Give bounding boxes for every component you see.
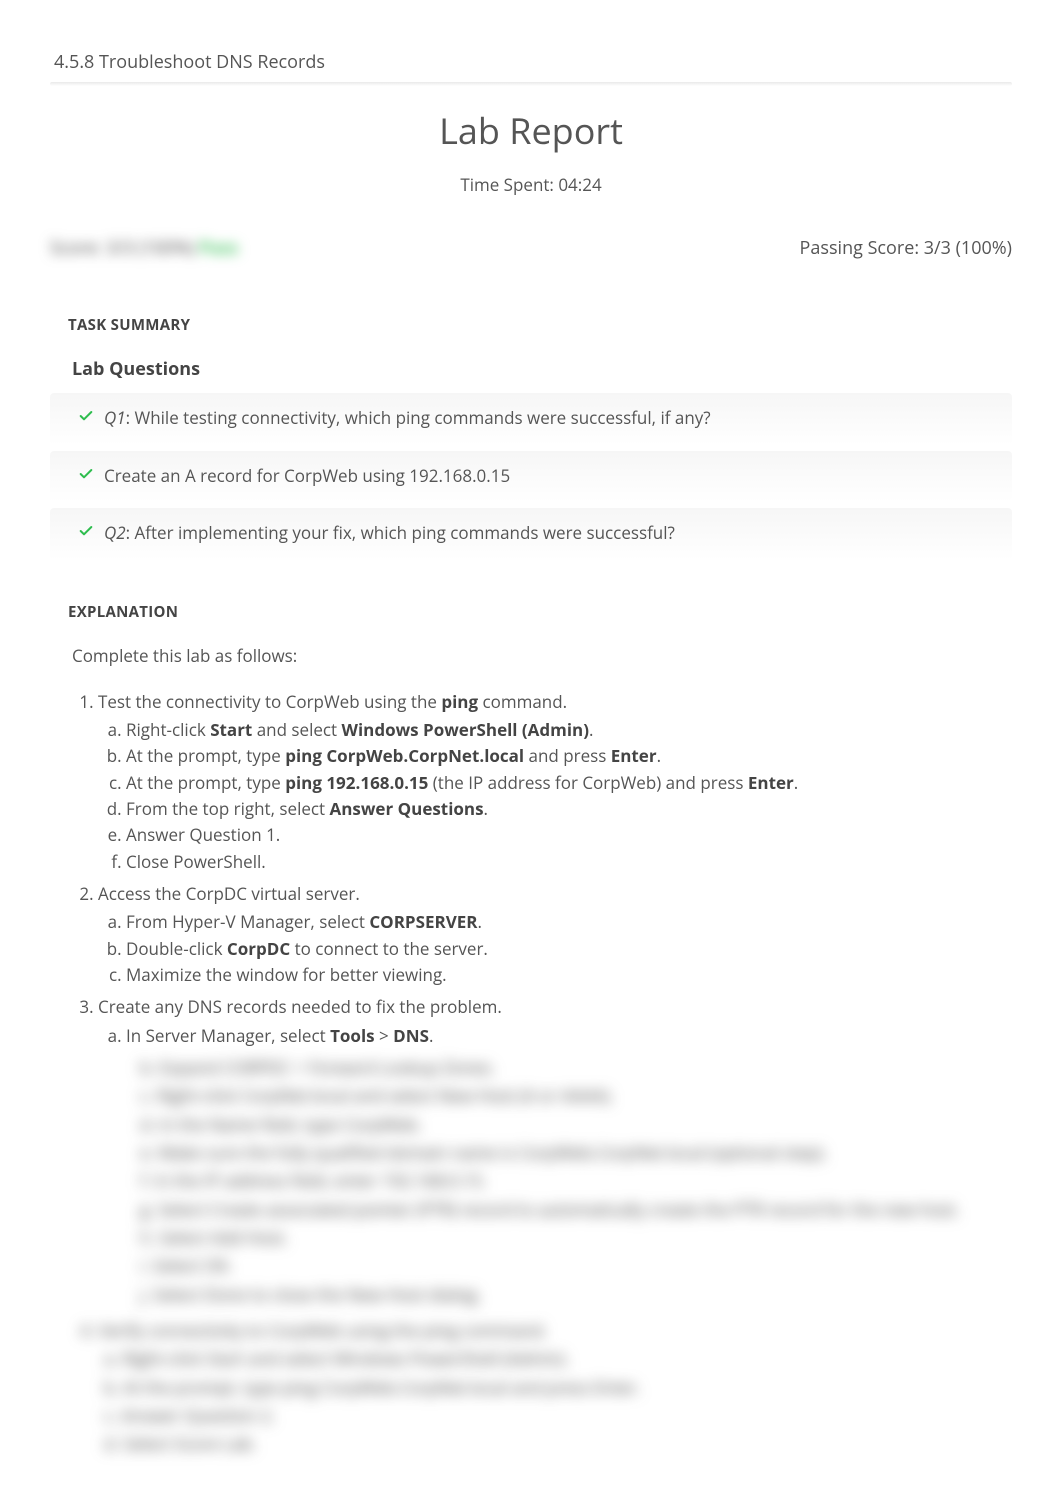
- q-body: Create an A record for CorpWeb using 192…: [104, 464, 510, 487]
- blurred-line: b. Expand CORPDC > Forward Lookup Zones.: [116, 1055, 1012, 1081]
- question-text: Create an A record for CorpWeb using 192…: [104, 463, 510, 489]
- header: 4.5.8 Troubleshoot DNS Records Lab Repor…: [50, 50, 1012, 196]
- question-item: Create an A record for CorpWeb using 192…: [50, 451, 1012, 503]
- step-2b: Double-click CorpDC to connect to the se…: [126, 936, 1012, 962]
- q-body: : After implementing your fix, which pin…: [126, 521, 675, 544]
- step-1c: At the prompt, type ping 192.168.0.15 (t…: [126, 770, 1012, 796]
- blurred-line: j. Select Done to close the New Host dia…: [116, 1282, 1012, 1308]
- step-1: Test the connectivity to CorpWeb using t…: [98, 689, 1012, 875]
- check-icon: [78, 466, 94, 482]
- step-3a: In Server Manager, select Tools > DNS.: [126, 1023, 1012, 1049]
- blurred-line: h. Select Add Host.: [116, 1225, 1012, 1251]
- question-item: Q2: After implementing your fix, which p…: [50, 508, 1012, 560]
- step-1f: Close PowerShell.: [126, 849, 1012, 875]
- blurred-line: c. Right-click CorpNet.local and select …: [116, 1083, 1012, 1109]
- step-3-substeps: In Server Manager, select Tools > DNS.: [98, 1023, 1012, 1049]
- step-1e: Answer Question 1.: [126, 822, 1012, 848]
- blurred-line: c. Answer Question 2.: [80, 1403, 1012, 1429]
- step-1d: From the top right, select Answer Questi…: [126, 796, 1012, 822]
- step-1-text: Test the connectivity to CorpWeb using t…: [98, 690, 567, 713]
- check-icon: [78, 523, 94, 539]
- step-2a: From Hyper-V Manager, select CORPSERVER.: [126, 909, 1012, 935]
- blurred-line: f. In the IP address field, enter 192.16…: [116, 1168, 1012, 1194]
- step-1-substeps: Right-click Start and select Windows Pow…: [98, 717, 1012, 875]
- lab-questions-heading: Lab Questions: [50, 357, 1012, 381]
- q-label: Q1: [104, 406, 126, 429]
- q-label: Q2: [104, 521, 126, 544]
- question-text: Q2: After implementing your fix, which p…: [104, 520, 675, 546]
- header-divider: [50, 82, 1012, 86]
- blurred-content: b. Expand CORPDC > Forward Lookup Zones.…: [68, 1055, 1012, 1308]
- score-row: Score: 3/3 (100%) Pass Passing Score: 3/…: [50, 236, 1012, 260]
- question-text: Q1: While testing connectivity, which pi…: [104, 405, 711, 431]
- breadcrumb: 4.5.8 Troubleshoot DNS Records: [50, 50, 1012, 74]
- step-2c: Maximize the window for better viewing.: [126, 962, 1012, 988]
- question-item: Q1: While testing connectivity, which pi…: [50, 393, 1012, 445]
- check-icon: [78, 408, 94, 424]
- blurred-line: e. Make sure the fully qualified domain …: [116, 1140, 1012, 1166]
- step-1b: At the prompt, type ping CorpWeb.CorpNet…: [126, 743, 1012, 769]
- step-2-text: Access the CorpDC virtual server.: [98, 882, 360, 905]
- score-text-blurred: Score: 3/3 (100%): [50, 236, 199, 260]
- step-3: Create any DNS records needed to fix the…: [98, 994, 1012, 1049]
- time-spent: Time Spent: 04:24: [50, 173, 1012, 196]
- page-title: Lab Report: [50, 106, 1012, 155]
- blurred-line: d. Select Score Lab.: [80, 1431, 1012, 1457]
- step-2-substeps: From Hyper-V Manager, select CORPSERVER.…: [98, 909, 1012, 988]
- blurred-line: b. At the prompt, type ping CorpWeb.Corp…: [80, 1375, 1012, 1401]
- blurred-line: i. Select OK.: [116, 1253, 1012, 1279]
- explanation-intro: Complete this lab as follows:: [68, 644, 1012, 667]
- explanation-section: EXPLANATION Complete this lab as follows…: [50, 602, 1012, 1458]
- blurred-line: g. Select Create associated pointer (PTR…: [116, 1197, 1012, 1223]
- step-1a: Right-click Start and select Windows Pow…: [126, 717, 1012, 743]
- passing-score: Passing Score: 3/3 (100%): [800, 236, 1012, 260]
- task-summary-section: TASK SUMMARY Lab Questions Q1: While tes…: [50, 315, 1012, 560]
- q-body: : While testing connectivity, which ping…: [126, 406, 711, 429]
- explanation-heading: EXPLANATION: [68, 602, 1012, 622]
- blurred-line: a. Right-click Start and select Windows …: [80, 1346, 1012, 1372]
- step-3-text: Create any DNS records needed to fix the…: [98, 995, 502, 1018]
- score-pass-blurred: Pass: [199, 236, 238, 260]
- blurred-line: d. In the Name field, type CorpWeb.: [116, 1112, 1012, 1138]
- explanation-steps: Test the connectivity to CorpWeb using t…: [68, 689, 1012, 1049]
- task-summary-heading: TASK SUMMARY: [50, 315, 1012, 335]
- step-2: Access the CorpDC virtual server. From H…: [98, 881, 1012, 988]
- blurred-step-4: 4. Verify connectivity to CorpWeb using …: [68, 1318, 1012, 1458]
- score-earned-blurred: Score: 3/3 (100%) Pass: [50, 236, 238, 260]
- blurred-line: 4. Verify connectivity to CorpWeb using …: [80, 1318, 1012, 1344]
